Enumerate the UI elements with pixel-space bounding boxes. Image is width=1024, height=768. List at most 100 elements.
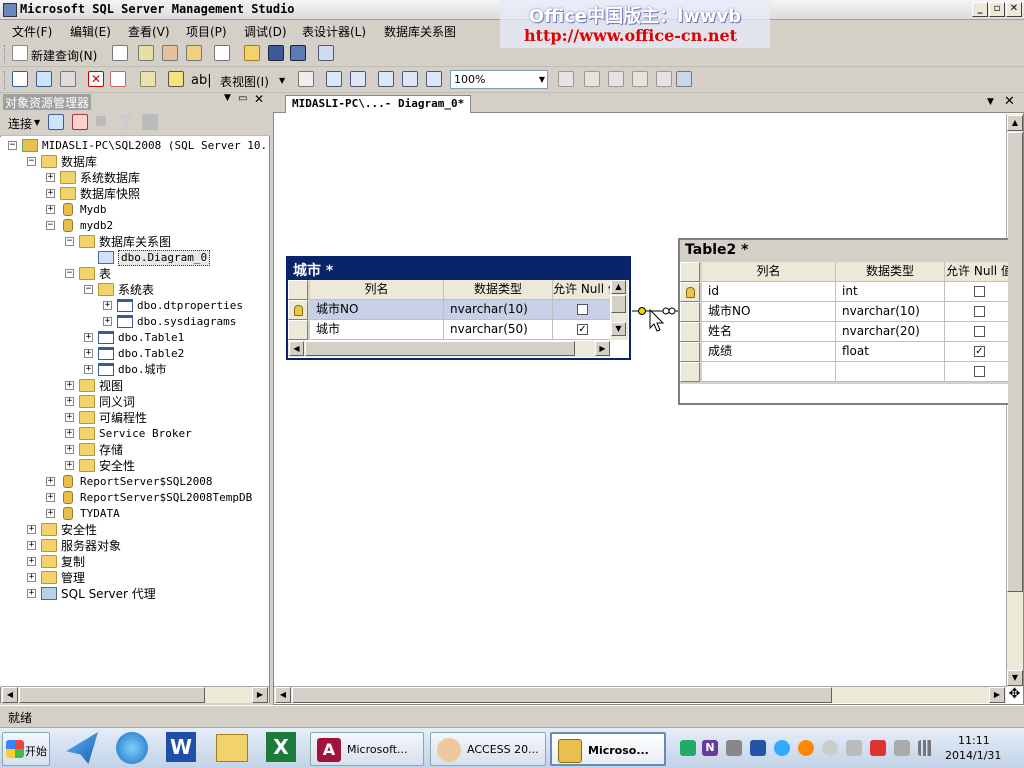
- filter-icon[interactable]: [118, 114, 134, 130]
- column-name-cell[interactable]: 城市NO: [310, 300, 444, 320]
- collapse-icon[interactable]: −: [84, 285, 93, 294]
- tab-list-icon[interactable]: ▼: [987, 97, 994, 107]
- add-table-icon[interactable]: [36, 71, 52, 87]
- new-query-button[interactable]: 新建查询(N): [31, 47, 97, 64]
- quicklaunch-bird-icon[interactable]: [66, 732, 98, 764]
- close-tab-icon[interactable]: ✕: [1004, 94, 1015, 109]
- allow-null-checkbox[interactable]: [974, 286, 985, 297]
- row-selector-header[interactable]: [288, 280, 308, 300]
- object-explorer-hscroll[interactable]: ◀ ▶: [1, 686, 269, 703]
- scroll-thumb[interactable]: [1007, 132, 1023, 592]
- expand-icon[interactable]: +: [27, 557, 36, 566]
- primary-key-icon[interactable]: [168, 71, 184, 87]
- scroll-up-button[interactable]: ▲: [611, 280, 626, 294]
- move-canvas-icon[interactable]: ✥: [1006, 686, 1023, 703]
- table-view-dropdown[interactable]: 表视图(I): [220, 73, 269, 90]
- data-type-cell[interactable]: nvarchar(50): [444, 320, 553, 340]
- excel-icon[interactable]: X: [266, 732, 296, 762]
- column-name-cell[interactable]: 城市: [310, 320, 444, 340]
- table-title[interactable]: 城市 *: [288, 258, 629, 280]
- expand-icon[interactable]: +: [65, 381, 74, 390]
- column-name-cell[interactable]: id: [702, 282, 836, 302]
- activity-monitor-icon[interactable]: [318, 45, 334, 61]
- toolbar-grip[interactable]: [4, 71, 7, 89]
- mdx-query-icon[interactable]: [138, 45, 154, 61]
- open-folder-icon[interactable]: [244, 45, 260, 61]
- table-vscroll[interactable]: ▲ ▼: [611, 280, 628, 340]
- scroll-down-button[interactable]: ▼: [611, 322, 626, 336]
- browser-icon[interactable]: [116, 732, 148, 764]
- scroll-thumb[interactable]: [19, 687, 205, 703]
- tray-tool-icon[interactable]: [726, 740, 742, 756]
- expand-icon[interactable]: +: [103, 301, 112, 310]
- expand-icon[interactable]: +: [46, 493, 55, 502]
- copy-icon[interactable]: [214, 45, 230, 61]
- maximize-button[interactable]: ▫: [989, 2, 1005, 17]
- minimize-button[interactable]: _: [972, 2, 988, 17]
- allow-null-checkbox[interactable]: ✓: [577, 324, 588, 335]
- scroll-thumb[interactable]: [292, 687, 832, 703]
- dmx-query-icon[interactable]: [162, 45, 178, 61]
- tray-sync-icon[interactable]: [750, 740, 766, 756]
- column-name-cell[interactable]: 姓名: [702, 322, 836, 342]
- column-name-cell[interactable]: 成绩: [702, 342, 836, 362]
- expand-icon[interactable]: +: [46, 477, 55, 486]
- show-row-numbers-icon[interactable]: [608, 71, 624, 87]
- menu-file[interactable]: 文件(F): [12, 23, 52, 40]
- scroll-thumb[interactable]: [611, 295, 626, 313]
- zoom-select[interactable]: 100% ▼: [450, 70, 548, 89]
- expand-icon[interactable]: +: [46, 205, 55, 214]
- expand-icon[interactable]: +: [65, 413, 74, 422]
- row-selector[interactable]: [680, 302, 700, 322]
- collapse-icon[interactable]: −: [65, 237, 74, 246]
- save-icon[interactable]: [268, 45, 284, 61]
- new-file-icon[interactable]: [112, 45, 128, 61]
- delete-table-icon[interactable]: ✕: [88, 71, 104, 87]
- remove-from-diagram-icon[interactable]: [110, 71, 126, 87]
- expand-icon[interactable]: +: [46, 173, 55, 182]
- chevron-down-icon[interactable]: ▼: [279, 76, 285, 85]
- expand-icon[interactable]: +: [27, 573, 36, 582]
- clock-time[interactable]: 11:11: [958, 734, 990, 747]
- column-header[interactable]: 数据类型: [836, 262, 945, 282]
- data-type-cell[interactable]: nvarchar(10): [836, 302, 945, 322]
- collapse-icon[interactable]: −: [8, 141, 17, 150]
- scroll-right-button[interactable]: ▶: [989, 687, 1005, 703]
- row-selector[interactable]: [288, 300, 308, 320]
- new-text-annotation-icon[interactable]: [378, 71, 394, 87]
- column-header[interactable]: 列名: [702, 262, 836, 282]
- stop-icon[interactable]: [96, 116, 106, 126]
- menu-project[interactable]: 项目(P): [186, 23, 227, 40]
- row-selector[interactable]: [680, 322, 700, 342]
- generate-change-script-icon[interactable]: [584, 71, 600, 87]
- column-header[interactable]: 允许 Null 值: [553, 280, 610, 300]
- tray-qq-icon[interactable]: [774, 740, 790, 756]
- scroll-right-button[interactable]: ▶: [595, 341, 610, 356]
- collapse-icon[interactable]: −: [27, 157, 36, 166]
- save-all-icon[interactable]: [290, 45, 306, 61]
- data-type-cell[interactable]: float: [836, 342, 945, 362]
- tray-settings-icon[interactable]: [822, 740, 838, 756]
- table-title[interactable]: Table2 *: [680, 240, 1008, 262]
- expand-icon[interactable]: +: [27, 525, 36, 534]
- tray-chat-icon[interactable]: [798, 740, 814, 756]
- expand-icon[interactable]: +: [65, 445, 74, 454]
- add-related-icon[interactable]: [60, 71, 76, 87]
- scroll-left-button[interactable]: ◀: [2, 687, 18, 703]
- data-type-cell[interactable]: nvarchar(20): [836, 322, 945, 342]
- row-selector[interactable]: [680, 362, 700, 382]
- menu-table-designer[interactable]: 表设计器(L): [302, 23, 366, 40]
- tab-diagram[interactable]: MIDASLI-PC\...- Diagram_0*: [285, 95, 472, 113]
- taskbar-button-ssms[interactable]: Microso...: [550, 732, 666, 766]
- data-type-cell[interactable]: [836, 362, 945, 382]
- autosize-table-icon[interactable]: [350, 71, 366, 87]
- expand-icon[interactable]: +: [65, 461, 74, 470]
- scroll-up-button[interactable]: ▲: [1007, 115, 1023, 131]
- refresh-icon[interactable]: [142, 114, 158, 130]
- scroll-right-button[interactable]: ▶: [252, 687, 268, 703]
- expand-icon[interactable]: +: [65, 397, 74, 406]
- relationships-icon[interactable]: [140, 71, 156, 87]
- scroll-left-button[interactable]: ◀: [275, 687, 291, 703]
- data-type-cell[interactable]: nvarchar(10): [444, 300, 553, 320]
- menu-database-diagram[interactable]: 数据库关系图: [384, 23, 456, 40]
